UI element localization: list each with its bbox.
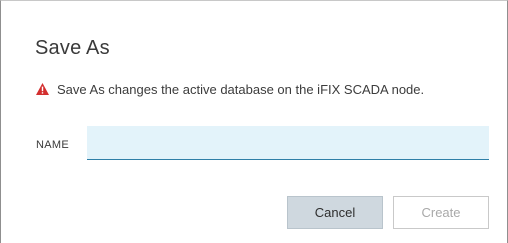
warning-text: Save As changes the active database on t…	[57, 82, 425, 97]
warning-message: Save As changes the active database on t…	[36, 82, 424, 97]
dialog-title: Save As	[35, 37, 110, 59]
cancel-button[interactable]: Cancel	[287, 196, 383, 229]
name-label: NAME	[36, 139, 69, 151]
warning-triangle-icon	[36, 82, 49, 95]
create-button[interactable]: Create	[393, 196, 489, 229]
save-as-dialog: Save As Save As changes the active datab…	[0, 0, 508, 243]
name-input[interactable]	[87, 126, 489, 160]
